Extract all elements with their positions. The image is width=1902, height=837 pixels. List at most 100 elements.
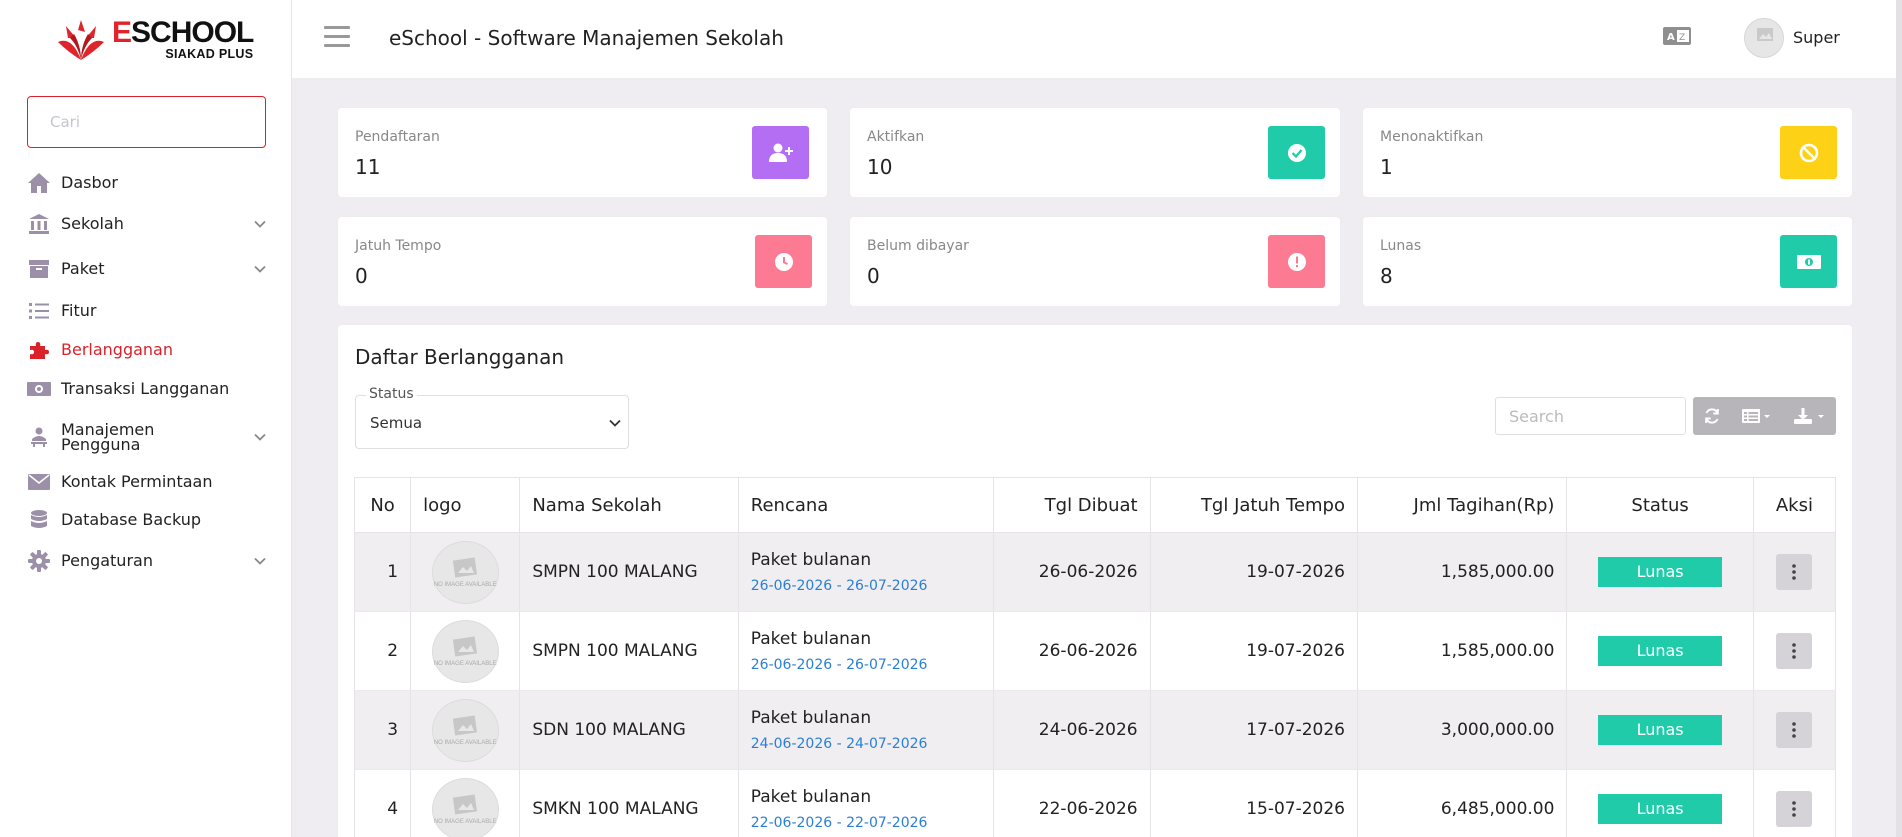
no-image-text: NO IMAGE AVAILABLE bbox=[433, 739, 497, 746]
cell-created-date: 22-06-2026 bbox=[993, 769, 1151, 837]
language-icon[interactable]: AZ bbox=[1662, 26, 1692, 48]
subscription-table: No logo Nama Sekolah Rencana Tgl Dibuat … bbox=[353, 477, 1837, 837]
columns-toggle-button[interactable] bbox=[1731, 397, 1783, 435]
export-button[interactable] bbox=[1783, 397, 1836, 435]
table-search-input[interactable] bbox=[1495, 397, 1686, 435]
cell-created-date: 24-06-2026 bbox=[993, 690, 1151, 770]
sidebar-item-manajemen-pengguna[interactable]: Manajemen Pengguna bbox=[27, 422, 267, 454]
cell-plan: Paket bulanan 26-06-2026 - 26-07-2026 bbox=[737, 611, 995, 691]
sidebar-item-database-backup[interactable]: Database Backup bbox=[27, 508, 267, 532]
sidebar-item-paket[interactable]: Paket bbox=[27, 257, 267, 281]
cell-actions bbox=[1752, 690, 1837, 770]
column-header-tgl-dibuat[interactable]: Tgl Dibuat bbox=[993, 477, 1151, 533]
ban-icon bbox=[1780, 126, 1837, 179]
stat-label: Menonaktifkan bbox=[1380, 129, 1484, 145]
refresh-button[interactable] bbox=[1693, 397, 1731, 435]
brand-subtitle: SIAKAD PLUS bbox=[165, 46, 254, 61]
menu-toggle-button[interactable] bbox=[324, 26, 350, 48]
table-row[interactable]: 1 NO IMAGE AVAILABLE SMPN 100 MALANG Pak… bbox=[353, 532, 1837, 612]
table-header-row: No logo Nama Sekolah Rencana Tgl Dibuat … bbox=[353, 477, 1837, 533]
table-row[interactable]: 2 NO IMAGE AVAILABLE SMPN 100 MALANG Pak… bbox=[353, 611, 1837, 691]
cell-due-date: 19-07-2026 bbox=[1149, 532, 1359, 612]
page-title: eSchool - Software Manajemen Sekolah bbox=[389, 26, 784, 50]
cell-logo: NO IMAGE AVAILABLE bbox=[410, 769, 521, 837]
svg-text:Z: Z bbox=[1679, 33, 1685, 43]
avatar[interactable] bbox=[1744, 18, 1784, 58]
brand-title: SCHOOL bbox=[131, 15, 254, 49]
cell-due-date: 15-07-2026 bbox=[1149, 769, 1359, 837]
row-actions-button[interactable] bbox=[1776, 633, 1813, 669]
sidebar-search-input[interactable] bbox=[27, 96, 266, 148]
list-icon bbox=[27, 299, 51, 323]
page-scrollbar[interactable] bbox=[1896, 0, 1902, 837]
cell-created-date: 26-06-2026 bbox=[993, 611, 1151, 691]
status-badge: Lunas bbox=[1598, 636, 1723, 666]
cell-no: 4 bbox=[353, 769, 412, 837]
status-filter-select[interactable]: Status Semua bbox=[355, 386, 629, 449]
stat-label: Aktifkan bbox=[867, 129, 925, 145]
sidebar-item-label: Database Backup bbox=[61, 510, 202, 529]
brand-title-e: E bbox=[112, 15, 132, 49]
column-header-rencana[interactable]: Rencana bbox=[737, 477, 995, 533]
sidebar-item-transaksi-langganan[interactable]: Transaksi Langganan bbox=[27, 377, 267, 401]
puzzle-icon bbox=[27, 338, 51, 362]
plan-name: Paket bulanan bbox=[750, 629, 872, 649]
sidebar-item-label: Berlangganan bbox=[61, 340, 173, 359]
sidebar-item-kontak-permintaan[interactable]: Kontak Permintaan bbox=[27, 470, 267, 494]
svg-text:A: A bbox=[1667, 32, 1675, 43]
users-icon bbox=[27, 425, 51, 449]
sidebar-item-sekolah[interactable]: Sekolah bbox=[27, 212, 267, 236]
sidebar-item-label-2: Pengguna bbox=[61, 435, 141, 454]
clock-icon bbox=[755, 235, 812, 288]
sidebar-item-pengaturan[interactable]: Pengaturan bbox=[27, 549, 267, 573]
sidebar-item-label: Sekolah bbox=[61, 214, 124, 233]
table-row[interactable]: 4 NO IMAGE AVAILABLE SMKN 100 MALANG Pak… bbox=[353, 769, 1837, 837]
plan-date-range: 26-06-2026 - 26-07-2026 bbox=[750, 657, 928, 673]
sidebar-item-dasbor[interactable]: Dasbor bbox=[27, 171, 267, 195]
plan-name: Paket bulanan bbox=[750, 550, 872, 570]
sidebar-item-fitur[interactable]: Fitur bbox=[27, 299, 267, 323]
sidebar-item-label: Dasbor bbox=[61, 173, 118, 192]
cell-school-name: SMPN 100 MALANG bbox=[519, 611, 739, 691]
brand-logo[interactable]: ESCHOOL SIAKAD PLUS bbox=[54, 14, 254, 64]
stat-label: Jatuh Tempo bbox=[355, 238, 442, 254]
more-vertical-icon bbox=[1792, 722, 1797, 738]
table-row[interactable]: 3 NO IMAGE AVAILABLE SDN 100 MALANG Pake… bbox=[353, 690, 1837, 770]
stat-value: 8 bbox=[1380, 264, 1393, 288]
row-actions-button[interactable] bbox=[1776, 554, 1813, 590]
download-icon bbox=[1793, 408, 1824, 424]
cell-actions bbox=[1752, 769, 1837, 837]
cell-actions bbox=[1752, 532, 1837, 612]
database-icon bbox=[27, 508, 51, 532]
cell-logo: NO IMAGE AVAILABLE bbox=[410, 532, 521, 612]
row-actions-button[interactable] bbox=[1776, 791, 1813, 827]
column-header-aksi[interactable]: Aksi bbox=[1752, 477, 1837, 533]
cell-no: 2 bbox=[353, 611, 412, 691]
cell-due-date: 19-07-2026 bbox=[1149, 611, 1359, 691]
brand-mark-icon bbox=[54, 16, 108, 62]
column-header-nama-sekolah[interactable]: Nama Sekolah bbox=[519, 477, 739, 533]
top-header: eSchool - Software Manajemen Sekolah AZ … bbox=[292, 0, 1902, 78]
stat-card-pendaftaran: Pendaftaran 11 bbox=[338, 108, 827, 197]
column-header-no[interactable]: No bbox=[353, 477, 412, 533]
column-header-tgl-jatuh-tempo[interactable]: Tgl Jatuh Tempo bbox=[1149, 477, 1359, 533]
user-name[interactable]: Super bbox=[1793, 28, 1840, 47]
chevron-down-icon bbox=[254, 265, 266, 273]
stat-card-jatuh-tempo: Jatuh Tempo 0 bbox=[338, 217, 827, 306]
stat-card-belum-dibayar: Belum dibayar 0 bbox=[850, 217, 1340, 306]
cell-status: Lunas bbox=[1566, 690, 1754, 770]
subscription-list-card: Daftar Berlangganan Status Semua No logo… bbox=[338, 325, 1852, 837]
sidebar-item-berlangganan[interactable]: Berlangganan bbox=[27, 338, 267, 362]
column-header-status[interactable]: Status bbox=[1566, 477, 1754, 533]
stat-value: 0 bbox=[867, 264, 880, 288]
stat-label: Pendaftaran bbox=[355, 129, 440, 145]
cell-actions bbox=[1752, 611, 1837, 691]
column-header-logo[interactable]: logo bbox=[410, 477, 521, 533]
more-vertical-icon bbox=[1792, 801, 1797, 817]
status-badge: Lunas bbox=[1598, 557, 1723, 587]
row-actions-button[interactable] bbox=[1776, 712, 1813, 748]
columns-icon bbox=[1742, 409, 1770, 423]
more-vertical-icon bbox=[1792, 564, 1797, 580]
column-header-jml-tagihan[interactable]: Jml Tagihan(Rp) bbox=[1356, 477, 1568, 533]
cell-amount: 3,000,000.00 bbox=[1356, 690, 1568, 770]
